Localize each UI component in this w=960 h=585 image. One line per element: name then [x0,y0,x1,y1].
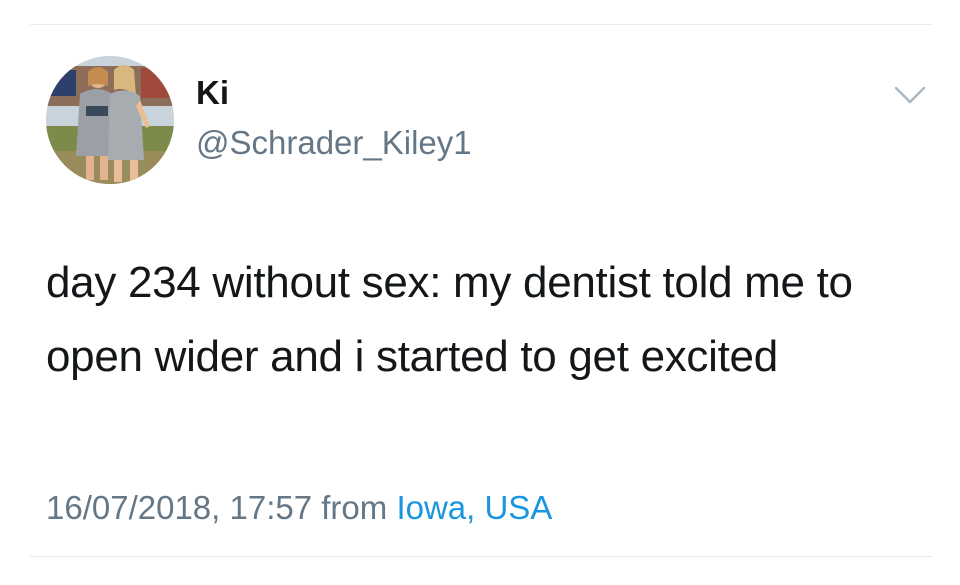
from-label: from [321,489,388,526]
tweet-meta: 16/07/2018, 17:57 from Iowa, USA [46,486,552,530]
top-divider [30,24,932,25]
timestamp[interactable]: 16/07/2018, 17:57 [46,489,312,526]
location-link[interactable]: Iowa, USA [396,489,552,526]
avatar[interactable] [46,56,174,184]
bottom-divider [30,556,932,557]
display-name[interactable]: Ki [196,73,229,113]
avatar-image [46,56,174,184]
user-handle[interactable]: @Schrader_Kiley1 [196,123,472,163]
tweet-text: day 234 without sex: my dentist told me … [46,258,853,381]
chevron-down-icon[interactable] [890,80,930,110]
